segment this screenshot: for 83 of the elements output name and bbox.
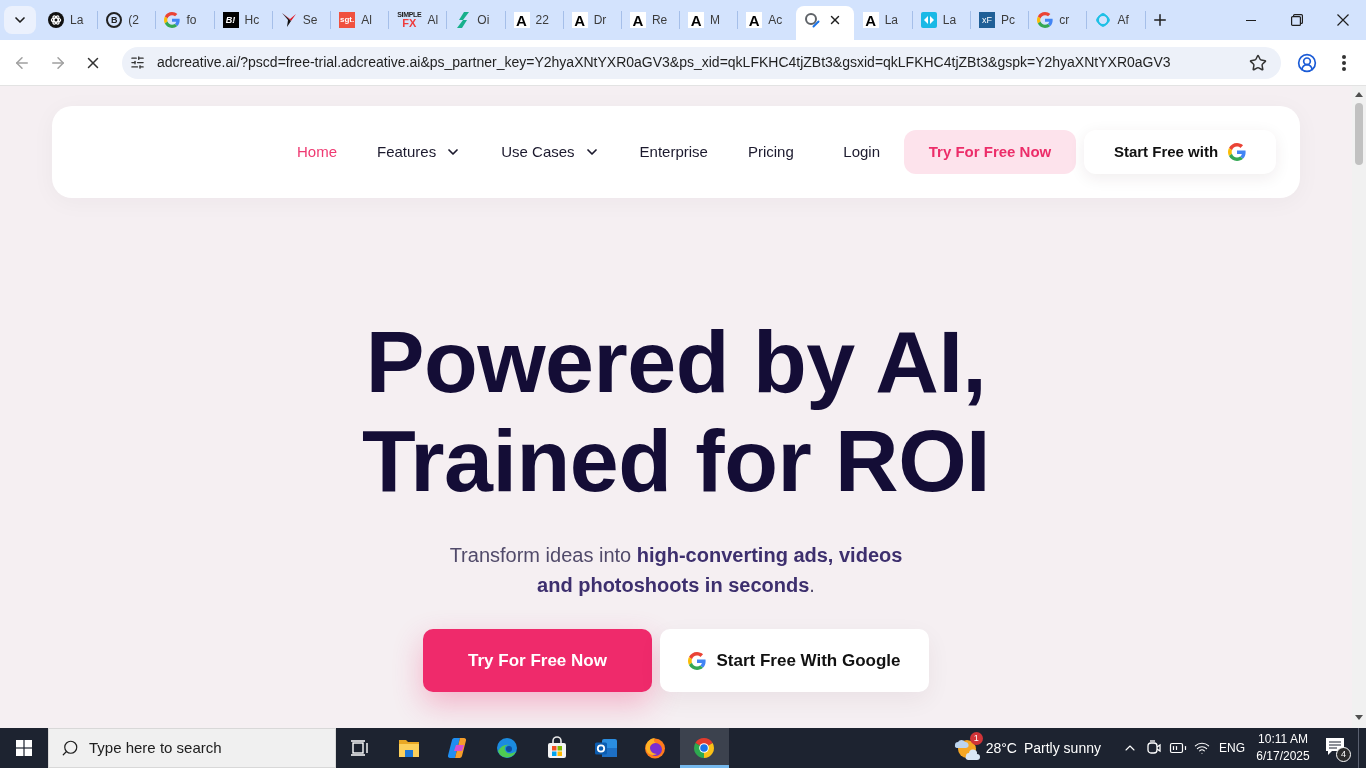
search-field[interactable]: Type here to search	[89, 736, 329, 760]
browser-tab[interactable]: A M	[680, 6, 738, 40]
wifi-icon	[1194, 740, 1210, 756]
star-icon	[1249, 53, 1267, 72]
scroll-up-icon	[1355, 92, 1363, 97]
browser-tab[interactable]: A 22	[505, 6, 563, 40]
favicon-logo: A	[629, 12, 646, 28]
favicon-logo: xF	[979, 12, 995, 28]
globe-logo-icon	[643, 736, 668, 760]
clock-date: 6/17/2025	[1256, 748, 1310, 765]
nav-link[interactable]: Use Cases	[501, 140, 600, 164]
ring-logo-icon	[1095, 12, 1112, 28]
round-logo-icon	[692, 736, 717, 760]
knot-icon	[48, 12, 64, 28]
profile-icon	[1297, 52, 1317, 73]
favicon-logo: sgt.	[338, 12, 356, 28]
favicon-logo: FX	[402, 18, 417, 29]
count-badge: 1	[969, 732, 983, 745]
address-bar[interactable]: adcreative.ai/?pscd=free-trial.adcreative.ai&ps_partner_key=Y2hyaXNtYXR0aGV3&ps_xid=qkLFKHC4tjZBt3&gsxid=qkLFKHC4tjZBt3&gspk=Y2hyaXNtYXR0aGV3	[122, 46, 1281, 79]
g-logo-icon	[1037, 12, 1054, 28]
browser-tab[interactable]: La	[40, 6, 98, 40]
browser-tab[interactable]: A Ac	[738, 6, 796, 40]
browser-tab[interactable]: cr	[1029, 6, 1087, 40]
browser-tab[interactable]: Se	[272, 6, 330, 40]
menu-icon	[1342, 54, 1346, 71]
nav-link[interactable]: Pricing	[747, 140, 794, 164]
browser-tab[interactable]: sgt. Al	[330, 6, 389, 40]
search-icon	[61, 739, 79, 757]
search-box[interactable]: Type here to search	[48, 728, 336, 768]
task-view-icon	[350, 738, 370, 758]
restore-icon	[1291, 14, 1303, 26]
tab-search-button[interactable]	[4, 6, 36, 34]
weather-temperature: 28°C	[985, 738, 1017, 758]
swirl-logo-icon	[495, 736, 520, 760]
zigzag-logo-icon	[455, 12, 472, 28]
browser-tab[interactable]: A Re	[621, 6, 680, 40]
g-logo-icon	[688, 651, 707, 670]
nav-link[interactable]: Features	[377, 140, 462, 164]
browser-tab[interactable]: Af	[1087, 6, 1145, 40]
browser-tab[interactable]: xF Pc	[971, 6, 1029, 40]
browser-tab[interactable]: B (2	[98, 6, 156, 40]
favicon-logo: A	[688, 12, 705, 28]
url-text: adcreative.ai/?pscd=free-trial.adcreative.ai&ps_partner_key=Y2hyaXNtYXR0aGV3&ps_xid=qkLFKHC4tjZBt3&gsxid=qkLFKHC4tjZBt3&gspk=Y2hyaXNtYXR0aGV3	[157, 53, 1171, 72]
nav-link[interactable]: Enterprise	[639, 140, 708, 164]
mail-icon	[593, 736, 618, 760]
g-logo-icon	[164, 12, 181, 28]
browser-tab[interactable]: A La	[854, 6, 912, 40]
google-signup-button[interactable]: Start Free with	[1084, 130, 1276, 174]
camera-icon	[1147, 740, 1161, 756]
windows-icon	[16, 740, 32, 756]
try-free-button[interactable]: Try For Free Now	[423, 629, 652, 692]
loading-icon	[804, 12, 821, 28]
taskbar-app-button[interactable]	[679, 728, 730, 768]
favicon-logo: B!	[222, 12, 239, 28]
browser-tab[interactable]: Oi	[447, 6, 505, 40]
scroll-down-icon	[1355, 715, 1363, 720]
login-link[interactable]: Login	[843, 140, 880, 164]
arrowhead-logo-icon	[280, 12, 297, 28]
favicon-logo: B	[106, 12, 123, 28]
favicon-logo: A	[746, 12, 763, 28]
browser-tab[interactable]: B! Hc	[214, 6, 272, 40]
favicon-logo: A	[862, 12, 879, 28]
g-logo-icon	[1228, 143, 1247, 161]
minimize-icon	[1246, 19, 1256, 21]
arrows-logo-icon	[920, 12, 937, 28]
favicon-logo: A	[571, 12, 588, 28]
language-indicator[interactable]: ENG	[1219, 739, 1245, 757]
browser-tab[interactable]: A Dr	[563, 6, 621, 40]
clock-time: 10:11 AM	[1258, 731, 1308, 748]
nav-link[interactable]: Home	[297, 140, 337, 164]
favicon-logo: A	[513, 12, 530, 28]
hero-title: Powered by AI, Trained for ROI	[360, 312, 992, 510]
close-icon	[1337, 14, 1349, 26]
scrollbar-thumb[interactable]	[1355, 103, 1363, 165]
browser-tab[interactable]	[796, 6, 854, 40]
scrollbar[interactable]	[1352, 86, 1366, 728]
tune-icon	[129, 55, 145, 70]
browser-tab[interactable]: fo	[156, 6, 214, 40]
count-badge: 4	[1336, 747, 1351, 762]
browser-tab[interactable]: La	[912, 6, 970, 40]
google-signup-button[interactable]: Start Free With Google	[660, 629, 929, 692]
hero-subtitle: Transform ideas into high-converting ads, videos and photoshoots in seconds.	[448, 543, 904, 598]
weather-condition: Partly sunny	[1023, 738, 1101, 758]
